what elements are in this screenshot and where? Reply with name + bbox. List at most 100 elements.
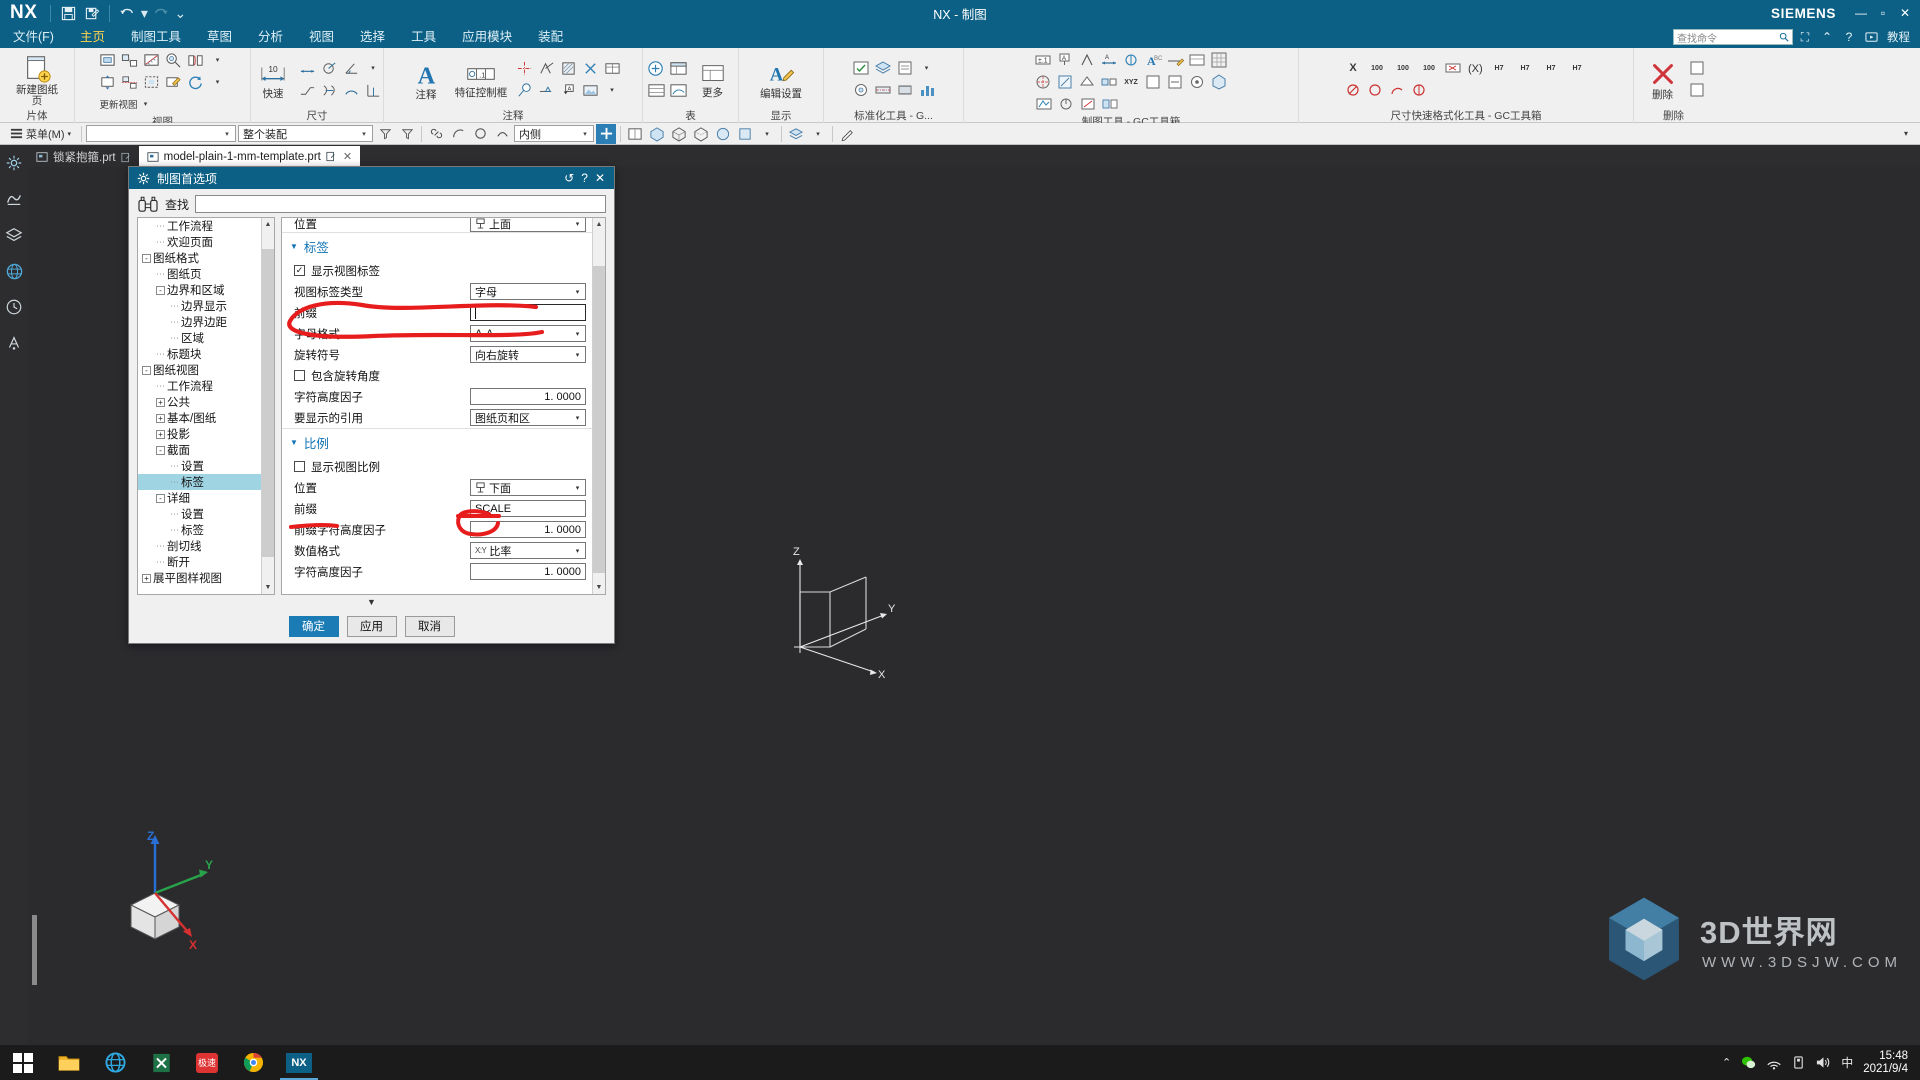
chamfer-dimension-icon[interactable] (296, 79, 318, 101)
dropdown-field[interactable]: 下面 ▾ (470, 479, 586, 496)
tutorial-icon[interactable] (1861, 27, 1881, 47)
delete-aux1-icon[interactable] (1686, 57, 1708, 79)
chevron-down-icon[interactable]: ▼ (367, 597, 376, 607)
help-icon[interactable]: ? (1839, 27, 1859, 47)
checkbox[interactable] (294, 370, 305, 381)
view-shade-icon[interactable] (647, 124, 667, 144)
fmt-h7d-icon[interactable]: H7 (1564, 57, 1590, 79)
clipped-option-field[interactable]: 上面 ▾ (470, 218, 586, 232)
cross-icon[interactable] (579, 57, 601, 79)
dialog-help-icon[interactable]: ? (581, 171, 588, 185)
tab-assembly[interactable]: 装配 (525, 26, 576, 48)
layer-dropdown-icon[interactable]: ▾ (808, 124, 828, 144)
gc-row2-5-icon[interactable]: XYZ (1120, 71, 1142, 93)
checkbox-row[interactable]: ✓ 显示视图标签 (282, 260, 592, 281)
filter-right-icon[interactable] (397, 124, 417, 144)
more-table-button[interactable]: 更多 (690, 59, 736, 99)
dropdown-field[interactable]: 字母 ▾ (470, 283, 586, 300)
gc-row2-4-icon[interactable] (1098, 71, 1120, 93)
number-field[interactable]: 1. 0000 (470, 563, 586, 580)
expand-icon[interactable]: + (142, 573, 151, 583)
section-header[interactable]: ▼ 比例 (282, 428, 592, 456)
checkbox[interactable] (294, 461, 305, 472)
fmt-100h-icon[interactable]: 100 (1390, 57, 1416, 79)
table-region-icon[interactable] (601, 57, 623, 79)
chevron-down-icon[interactable]: ▾ (579, 130, 591, 138)
collapse-icon[interactable]: - (156, 445, 165, 455)
option-row[interactable]: 数值格式 X:Y 比率 ▾ (282, 540, 592, 561)
tree-item[interactable]: - 图纸视图 (138, 362, 261, 378)
roles-icon[interactable] (2, 331, 26, 355)
nx-taskbar-icon[interactable]: NX (276, 1045, 322, 1080)
tree-item[interactable]: ⋯ 欢迎页面 (138, 234, 261, 250)
excel-icon[interactable] (138, 1045, 184, 1080)
file-explorer-icon[interactable] (46, 1045, 92, 1080)
collapse-icon[interactable]: - (156, 493, 165, 503)
save-icon[interactable] (56, 1, 80, 25)
fmt-x-icon[interactable]: X (1342, 57, 1364, 79)
chevron-down-icon[interactable]: ▾ (571, 484, 584, 492)
expand-icon[interactable]: + (156, 397, 165, 407)
gc-row2-6-icon[interactable] (1142, 71, 1164, 93)
quick-dimension-button[interactable]: 10 快速 (250, 58, 296, 100)
fmt-row2-3-icon[interactable] (1386, 79, 1408, 101)
surface-finish-icon[interactable] (535, 57, 557, 79)
section-view-icon[interactable] (141, 49, 163, 71)
gc-row3-1-icon[interactable] (1033, 93, 1055, 115)
file-tab-1[interactable]: model-plain-1-mm-template.prt ✕ (138, 146, 361, 167)
table-hole-icon[interactable] (646, 79, 668, 101)
chevron-down-icon[interactable]: ▾ (358, 130, 370, 138)
filter-combo-1[interactable]: ▾ (86, 125, 237, 142)
customize-qat-icon[interactable]: ⌄ (173, 1, 187, 25)
ordinate-dimension-icon[interactable] (362, 79, 384, 101)
option-row[interactable]: 字母格式 A-A ▾ (282, 323, 592, 344)
fmt-row2-2-icon[interactable] (1364, 79, 1386, 101)
plus-icon[interactable] (596, 123, 617, 144)
fmt-100-icon[interactable]: 100 (1364, 57, 1390, 79)
tree-item[interactable]: + 展平图样视图 (138, 570, 261, 586)
tab-analysis[interactable]: 分析 (245, 26, 296, 48)
break-view-icon[interactable] (185, 49, 207, 71)
option-row[interactable]: 视图标签类型 字母 ▾ (282, 281, 592, 302)
chevron-down-icon[interactable]: ▾ (221, 130, 233, 138)
tree-item[interactable]: + 公共 (138, 394, 261, 410)
gc-row2-1-icon[interactable] (1032, 71, 1054, 93)
circle-icon[interactable] (470, 124, 490, 144)
tree-vertical-scrollbar[interactable]: ▲ ▼ (261, 218, 274, 594)
ok-button[interactable]: 确定 (288, 615, 339, 637)
view-studio-icon[interactable] (713, 124, 733, 144)
tree-item[interactable]: - 图纸格式 (138, 250, 261, 266)
browser-icon[interactable] (92, 1045, 138, 1080)
tangent-icon[interactable] (492, 124, 512, 144)
option-row[interactable]: 字符高度因子 1. 0000 (282, 386, 592, 407)
angular-dimension-icon[interactable] (340, 57, 362, 79)
section-header[interactable]: ▼ 标签 (282, 232, 592, 260)
collapse-icon[interactable]: - (142, 253, 151, 263)
toolbar-overflow-icon[interactable]: ▾ (1896, 124, 1916, 144)
checkbox-row[interactable]: 包含旋转角度 (282, 365, 592, 386)
tree-item[interactable]: + 投影 (138, 426, 261, 442)
view-update-dropdown-icon[interactable]: ▾ (139, 93, 153, 115)
arclength-dimension-icon[interactable] (340, 79, 362, 101)
options-vertical-scrollbar[interactable]: ▲ ▼ (592, 218, 605, 594)
gc-row2-8-icon[interactable] (1186, 71, 1208, 93)
gc-row3-2-icon[interactable] (1055, 93, 1077, 115)
dropdown-field[interactable]: A-A ▾ (470, 325, 586, 342)
redo-icon[interactable] (149, 1, 173, 25)
fmt-h7-icon[interactable]: H7 (1486, 57, 1512, 79)
cancel-button[interactable]: 取消 (404, 615, 455, 637)
chevron-down-icon[interactable]: ▾ (571, 351, 584, 359)
tree-item[interactable]: ⋯ 断开 (138, 554, 261, 570)
options-panel[interactable]: 位置 上面 ▾ ▼ 标签 ✓ 显示视图标签 视图标签类型 字母 ▾ 前缀 字母格式 A-A ▾ 旋转符号 向右… (281, 217, 606, 595)
tab-home[interactable]: 主页 (67, 26, 118, 48)
gc-grid-icon[interactable] (1208, 49, 1230, 71)
tree-item[interactable]: ⋯ 工作流程 (138, 378, 261, 394)
annotation-button[interactable]: A 注释 (403, 57, 449, 101)
datum-feature-icon[interactable]: A (557, 79, 579, 101)
clock[interactable]: 15:48 2021/9/4 (1863, 1050, 1912, 1076)
std-layer-icon[interactable] (872, 57, 894, 79)
part-navigator-icon[interactable] (2, 187, 26, 211)
save-as-icon[interactable] (80, 1, 104, 25)
gc-text-icon[interactable]: A BC (1142, 49, 1164, 71)
tab-view[interactable]: 视图 (296, 26, 347, 48)
